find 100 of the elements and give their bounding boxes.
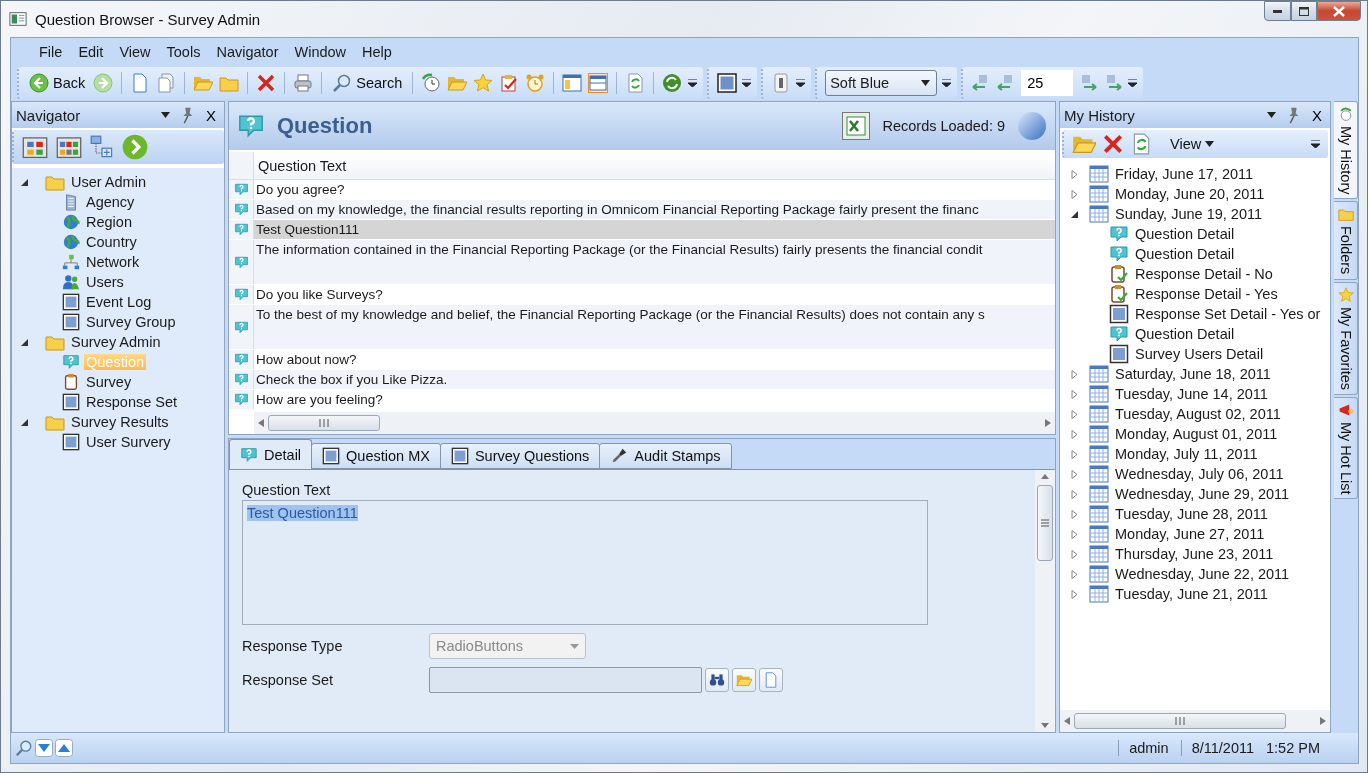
maximize-button[interactable] bbox=[1291, 1, 1317, 21]
scroll-right-icon[interactable] bbox=[1320, 717, 1326, 725]
scroll-down-icon[interactable] bbox=[1041, 723, 1049, 728]
tree-item[interactable]: Survey Results bbox=[69, 414, 171, 430]
tree-item[interactable]: Network bbox=[84, 254, 142, 270]
expand-arrow-icon[interactable] bbox=[1070, 449, 1079, 459]
collapse-arrow-icon[interactable] bbox=[20, 337, 29, 347]
scroll-left-icon[interactable] bbox=[258, 419, 264, 427]
expand-arrow-icon[interactable] bbox=[1070, 169, 1079, 179]
scroll-right-icon[interactable] bbox=[1045, 419, 1051, 427]
find-button[interactable] bbox=[705, 668, 729, 692]
expand-arrow-icon[interactable] bbox=[1070, 549, 1079, 559]
history-item[interactable]: Thursday, June 23, 2011 bbox=[1113, 546, 1276, 562]
search-icon[interactable] bbox=[15, 739, 33, 757]
expand-arrow-icon[interactable] bbox=[1070, 429, 1079, 439]
tree-item[interactable]: Region bbox=[84, 214, 134, 230]
history-item[interactable]: Tuesday, August 02, 2011 bbox=[1113, 406, 1283, 422]
history-item[interactable]: Survey Users Detail bbox=[1133, 346, 1266, 362]
side-tab[interactable]: My Hot List bbox=[1334, 396, 1358, 500]
theme-dropdown[interactable]: Soft Blue bbox=[825, 70, 938, 96]
overflow-icon[interactable] bbox=[1311, 140, 1320, 148]
history-item[interactable]: Monday, June 20, 2011 bbox=[1113, 186, 1267, 202]
table-cell[interactable]: Based on my knowledge, the financial results reporting in Omnicom Financial Reporting Package fairly present the financ bbox=[254, 200, 1055, 219]
expand-arrow-icon[interactable] bbox=[1070, 509, 1079, 519]
history-item[interactable]: Question Detail bbox=[1133, 326, 1237, 342]
menu-item[interactable]: Tools bbox=[158, 44, 209, 60]
tree-item[interactable]: Survey bbox=[84, 374, 134, 390]
new-button[interactable] bbox=[759, 668, 783, 692]
tree-item[interactable]: User Survery bbox=[84, 434, 173, 450]
window-icon[interactable] bbox=[717, 73, 738, 93]
overflow-icon[interactable] bbox=[796, 79, 806, 87]
expand-arrow-icon[interactable] bbox=[1070, 569, 1079, 579]
overflow-icon[interactable] bbox=[742, 79, 752, 87]
history-item[interactable]: Tuesday, June 28, 2011 bbox=[1113, 506, 1270, 522]
tree-item[interactable]: Response Set bbox=[84, 394, 180, 410]
tree-item[interactable]: Survey Group bbox=[84, 314, 178, 330]
caret-down-icon[interactable] bbox=[161, 112, 170, 118]
tab[interactable]: Detail bbox=[229, 439, 313, 469]
expand-arrow-icon[interactable] bbox=[1070, 589, 1079, 599]
tree-item[interactable]: Survey Admin bbox=[69, 334, 163, 350]
minimize-button[interactable] bbox=[1264, 1, 1291, 21]
hierarchy-icon[interactable] bbox=[90, 135, 114, 159]
history-item[interactable]: Tuesday, June 14, 2011 bbox=[1113, 386, 1270, 402]
history-item[interactable]: Response Detail - No bbox=[1133, 266, 1275, 282]
tab[interactable]: Audit Stamps bbox=[599, 443, 732, 469]
tiles-icon[interactable] bbox=[56, 134, 82, 160]
side-tab[interactable]: Folders bbox=[1334, 201, 1358, 280]
history-item[interactable]: Question Detail bbox=[1133, 246, 1237, 262]
table-cell[interactable]: Test Question111 bbox=[254, 220, 1055, 239]
history-item[interactable]: Monday, August 01, 2011 bbox=[1113, 426, 1280, 442]
close-button[interactable]: X bbox=[1310, 106, 1324, 124]
table-cell[interactable]: To the best of my knowledge and belief, the Financial Reporting Package (or the Financial Results) does not contain any s bbox=[254, 305, 1055, 349]
tab[interactable]: Question MX bbox=[311, 443, 441, 469]
question-text-field[interactable]: Test Question111 bbox=[242, 500, 928, 625]
tiles-icon[interactable] bbox=[22, 134, 48, 160]
caret-down-icon[interactable] bbox=[1267, 112, 1276, 118]
alarm-clock-icon[interactable] bbox=[525, 73, 546, 93]
menu-item[interactable]: Help bbox=[354, 44, 400, 60]
horizontal-scrollbar[interactable] bbox=[254, 412, 1055, 434]
history-item[interactable]: Monday, June 27, 2011 bbox=[1113, 526, 1267, 542]
history-item[interactable]: Wednesday, June 22, 2011 bbox=[1113, 566, 1292, 582]
side-tab[interactable]: My Favorites bbox=[1334, 281, 1358, 395]
clipboard-check-icon[interactable] bbox=[499, 73, 520, 93]
history-item[interactable]: Sunday, June 19, 2011 bbox=[1113, 206, 1264, 222]
menu-item[interactable]: Navigator bbox=[208, 44, 287, 60]
history-item[interactable]: Question Detail bbox=[1133, 226, 1237, 242]
search-button[interactable]: Search bbox=[330, 73, 405, 93]
collapse-arrow-icon[interactable] bbox=[20, 177, 29, 187]
side-tab[interactable]: My History bbox=[1334, 101, 1358, 200]
menu-item[interactable]: View bbox=[111, 44, 159, 60]
documents-icon[interactable] bbox=[156, 73, 177, 93]
overflow-icon[interactable] bbox=[688, 79, 698, 87]
horizontal-scrollbar[interactable] bbox=[1060, 710, 1330, 732]
printer-icon[interactable] bbox=[293, 73, 314, 93]
tree-item[interactable]: User Admin bbox=[69, 174, 148, 190]
back-button[interactable]: Back bbox=[27, 73, 88, 93]
tree-item[interactable]: Event Log bbox=[84, 294, 154, 310]
expand-arrow-icon[interactable] bbox=[1070, 369, 1079, 379]
overflow-icon[interactable] bbox=[1128, 79, 1138, 87]
delete-icon[interactable] bbox=[1102, 133, 1124, 155]
history-item[interactable]: Saturday, June 18, 2011 bbox=[1113, 366, 1273, 382]
expand-arrow-icon[interactable] bbox=[1070, 409, 1079, 419]
close-button[interactable]: X bbox=[204, 106, 218, 124]
menu-item[interactable]: File bbox=[31, 44, 71, 60]
history-item[interactable]: Friday, June 17, 2011 bbox=[1113, 166, 1256, 182]
tree-item[interactable]: Agency bbox=[84, 194, 137, 210]
expand-arrow-icon[interactable] bbox=[1070, 529, 1079, 539]
tree-item[interactable]: Country bbox=[84, 234, 139, 250]
collapse-arrow-icon[interactable] bbox=[1070, 209, 1079, 219]
expand-arrow-icon[interactable] bbox=[1070, 189, 1079, 199]
window-layout-icon[interactable] bbox=[562, 73, 583, 93]
scroll-up-icon[interactable] bbox=[1041, 474, 1049, 479]
history-item[interactable]: Response Set Detail - Yes or bbox=[1133, 306, 1323, 322]
history-item[interactable]: Monday, July 11, 2011 bbox=[1113, 446, 1260, 462]
refresh-icon[interactable] bbox=[625, 73, 646, 93]
vertical-scrollbar[interactable] bbox=[1035, 470, 1055, 732]
scroll-left-icon[interactable] bbox=[1064, 717, 1070, 725]
page-size-field[interactable]: 25 bbox=[1021, 70, 1074, 96]
spreadsheet-icon[interactable] bbox=[842, 112, 871, 140]
view-button[interactable]: View bbox=[1168, 136, 1217, 152]
